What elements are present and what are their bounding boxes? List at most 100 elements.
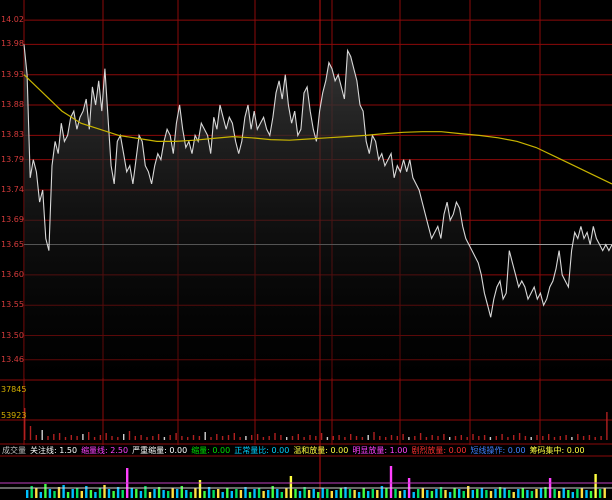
indicator-bar: [312, 489, 315, 498]
volume-bar: [117, 437, 119, 440]
volume-bar: [571, 437, 573, 440]
volume-bar: [76, 436, 78, 440]
volume-bar: [99, 435, 102, 440]
volume-bar: [501, 434, 503, 440]
price-tick-label: 13.46: [1, 354, 24, 364]
indicator-bar: [344, 487, 347, 498]
indicator-bar: [221, 492, 224, 498]
volume-bar: [361, 437, 364, 440]
volume-bar: [274, 433, 276, 440]
indicator-bar: [194, 488, 197, 498]
indicator-bar: [226, 488, 229, 498]
indicator-bar: [353, 490, 356, 498]
legend-item: 严重缩量: 0.00: [132, 446, 188, 455]
volume-bar: [478, 436, 480, 440]
indicator-bar: [562, 488, 565, 498]
volume-bar: [594, 437, 596, 440]
volume-bar: [582, 436, 585, 440]
volume-bar: [233, 433, 235, 440]
volume-bar: [198, 436, 201, 440]
indicator-bar: [448, 492, 452, 498]
volume-bar: [326, 437, 329, 440]
indicator-bar: [376, 490, 379, 498]
volume-bar: [216, 434, 218, 440]
indicator-bar: [521, 488, 524, 498]
legend-item: 成交量: [2, 446, 26, 455]
indicator-bar: [385, 488, 388, 498]
volume-bar: [350, 434, 352, 440]
volume-tick-label: 53923: [1, 411, 27, 420]
indicator-bar: [212, 490, 215, 498]
volume-bar: [29, 426, 32, 440]
volume-bar: [385, 437, 387, 440]
volume-bar: [303, 437, 305, 440]
volume-bar: [495, 436, 497, 440]
volume-bar: [443, 434, 445, 440]
indicator-bar: [94, 492, 97, 498]
volume-bar: [577, 434, 579, 440]
price-tick-label: 13.74: [1, 184, 24, 194]
indicator-bar: [458, 489, 461, 498]
volume-bar: [548, 434, 550, 440]
volume-bar: [280, 435, 282, 440]
indicator-bar: [567, 490, 570, 498]
legend-item: 筹码集中: 0.00: [529, 446, 585, 455]
indicator-bar: [135, 489, 138, 498]
indicator-bar: [462, 491, 465, 498]
indicator-bar: [289, 476, 293, 498]
volume-bar: [210, 437, 212, 440]
indicator-bar: [267, 490, 270, 498]
indicator-bar: [476, 489, 479, 498]
indicator-bar: [435, 489, 438, 498]
price-volume-chart: [0, 0, 612, 500]
volume-bar: [82, 434, 84, 440]
indicator-bar: [35, 488, 38, 498]
indicator-bar: [489, 491, 493, 498]
price-tick-label: 13.60: [1, 269, 24, 279]
volume-bar: [204, 432, 206, 440]
indicator-bar: [48, 489, 52, 498]
indicator-bar: [162, 490, 165, 498]
indicator-bar: [130, 488, 133, 498]
indicator-bar: [426, 490, 429, 498]
volume-bar: [431, 435, 433, 440]
indicator-bar: [235, 489, 238, 498]
volume-bar: [175, 433, 177, 440]
indicator-bar: [535, 489, 538, 498]
indicator-bar: [580, 488, 584, 498]
indicator-bar: [203, 491, 206, 498]
indicator-bar: [176, 489, 179, 498]
legend-item: 正常量比: 0.00: [234, 446, 290, 455]
indicator-bar: [217, 489, 220, 498]
legend-item: 关注线: 1.50: [30, 446, 78, 455]
volume-bar: [128, 431, 131, 440]
volume-bar: [169, 435, 171, 440]
volume-bar: [379, 436, 381, 440]
price-tick-label: 13.83: [1, 130, 24, 140]
indicator-bar: [512, 492, 515, 498]
volume-bar: [58, 433, 61, 440]
volume-bar: [297, 434, 299, 440]
volume-bar: [472, 434, 474, 440]
volume-bar: [262, 437, 265, 440]
volume-bar: [70, 435, 72, 440]
indicator-bar: [471, 490, 474, 498]
volume-bar: [408, 437, 410, 440]
intraday-chart-window: 14.02 13.98 13.93 13.88 13.83 13.79 13.74 13.69…: [0, 0, 612, 500]
legend-item: 短线操作: 0.00: [470, 446, 526, 455]
indicator-bar: [321, 488, 324, 498]
price-tick-label: 13.69: [1, 215, 24, 225]
volume-bar: [93, 437, 96, 440]
indicator-bar: [257, 488, 261, 498]
indicator-bar: [398, 491, 402, 498]
indicator-bar: [121, 490, 124, 498]
indicator-bar: [185, 490, 188, 498]
volume-bar: [152, 436, 154, 440]
price-tick-label: 13.79: [1, 154, 24, 164]
volume-bar: [53, 434, 55, 440]
indicator-bar: [103, 485, 106, 498]
volume-bar: [600, 436, 602, 440]
indicator-bar: [503, 488, 506, 498]
price-area-fill: [24, 44, 612, 379]
indicator-bar: [362, 488, 365, 498]
